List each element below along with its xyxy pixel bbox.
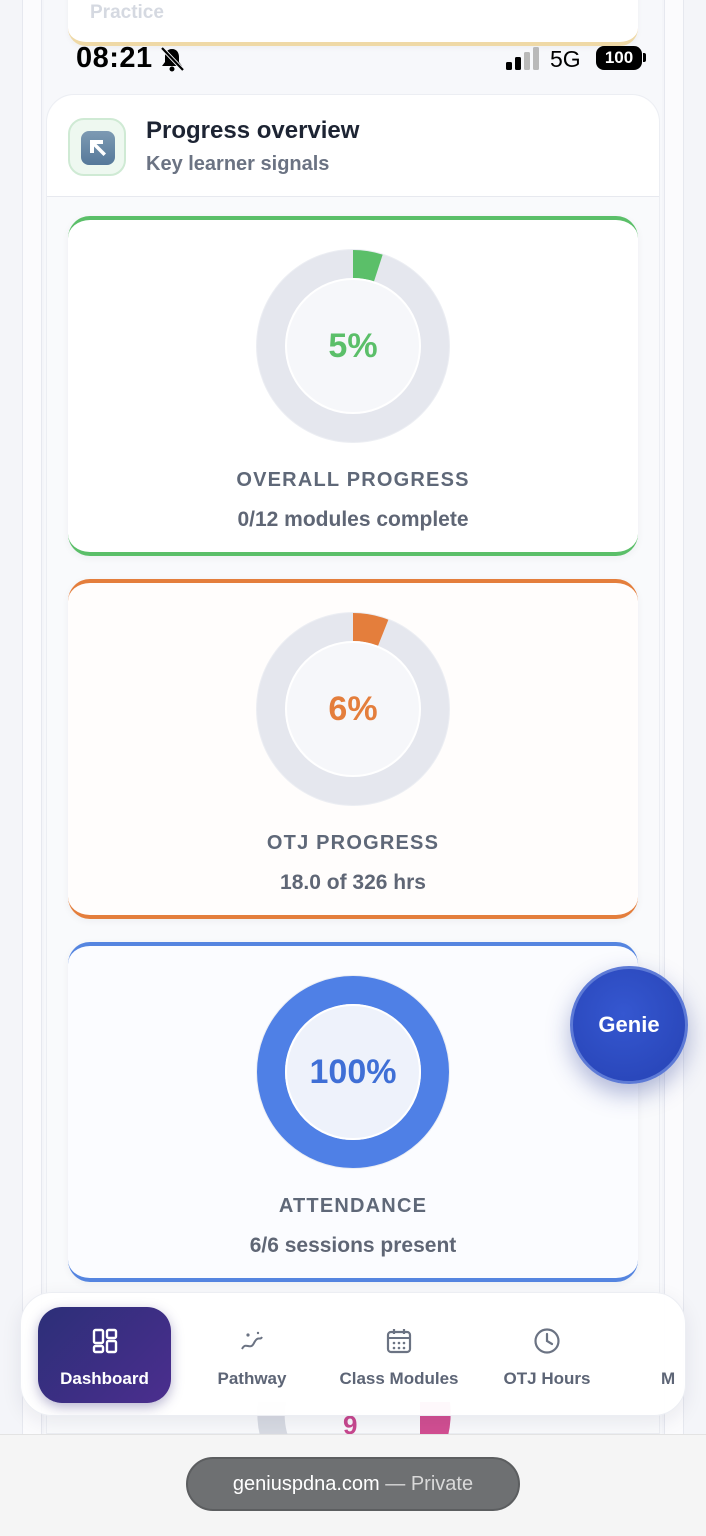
pathway-icon [238, 1327, 266, 1355]
address-domain: geniuspdna.com [232, 1473, 380, 1495]
overall-progress-card[interactable]: 5% OVERALL PROGRESS 0/12 modules complet… [68, 216, 638, 556]
status-time: 08:21 [76, 42, 153, 74]
nav-label-pathway: Pathway [217, 1369, 287, 1388]
status-bar: 08:21 5G 100 [46, 40, 660, 74]
address-separator: — [379, 1473, 411, 1495]
attendance-card[interactable]: 100% ATTENDANCE 6/6 sessions present [68, 942, 638, 1282]
attendance-label: ATTENDANCE [278, 1195, 428, 1217]
bell-off-icon [158, 46, 186, 72]
overview-subtitle: Key learner signals [146, 153, 330, 175]
overview-title: Progress overview [146, 117, 360, 144]
network-label: 5G [550, 46, 581, 72]
clock-icon [533, 1327, 561, 1355]
otj-progress-label: OTJ PROGRESS [266, 832, 440, 854]
battery-indicator: 100 [596, 46, 642, 70]
browser-toolbar: geniuspdna.com — Private [0, 1434, 706, 1536]
overall-progress-detail: 0/12 modules complete [237, 508, 469, 531]
nav-label-otj-hours: OTJ Hours [503, 1369, 591, 1388]
bottom-navigation: Dashboard Pathway Class Modules OTJ Hour… [20, 1292, 686, 1416]
signal-icon [506, 46, 542, 70]
nav-item-otj-hours[interactable]: OTJ Hours [491, 1307, 603, 1403]
dashboard-icon [91, 1327, 119, 1355]
nav-item-more[interactable]: M [661, 1307, 685, 1403]
overview-header: Progress overview Key learner signals [47, 95, 659, 197]
address-bar[interactable]: geniuspdna.com — Private [186, 1457, 520, 1511]
otj-progress-detail: 18.0 of 326 hrs [280, 871, 426, 894]
nav-item-class-modules[interactable]: Class Modules [331, 1307, 467, 1403]
arrow-up-left-icon [81, 131, 115, 165]
nav-item-dashboard[interactable]: Dashboard [38, 1307, 171, 1403]
genie-button[interactable]: Genie [570, 966, 688, 1084]
attendance-value: 100% [309, 1053, 397, 1091]
nav-item-pathway[interactable]: Pathway [199, 1307, 305, 1403]
address-private-label: Private [410, 1473, 474, 1495]
battery-tip [643, 53, 646, 62]
nav-label-more: M [661, 1369, 676, 1388]
calendar-icon [385, 1327, 413, 1355]
overall-progress-label: OVERALL PROGRESS [236, 469, 470, 491]
left-rail [22, 0, 42, 1434]
nav-label-class-modules: Class Modules [339, 1369, 459, 1388]
previous-card-label: Practice [90, 2, 164, 23]
nav-label-dashboard: Dashboard [60, 1369, 149, 1388]
otj-progress-value: 6% [328, 690, 378, 728]
overall-progress-value: 5% [328, 327, 378, 365]
otj-progress-card[interactable]: 6% OTJ PROGRESS 18.0 of 326 hrs [68, 579, 638, 919]
overview-icon-badge [68, 118, 126, 176]
right-rail [664, 0, 684, 1434]
attendance-detail: 6/6 sessions present [249, 1234, 457, 1257]
